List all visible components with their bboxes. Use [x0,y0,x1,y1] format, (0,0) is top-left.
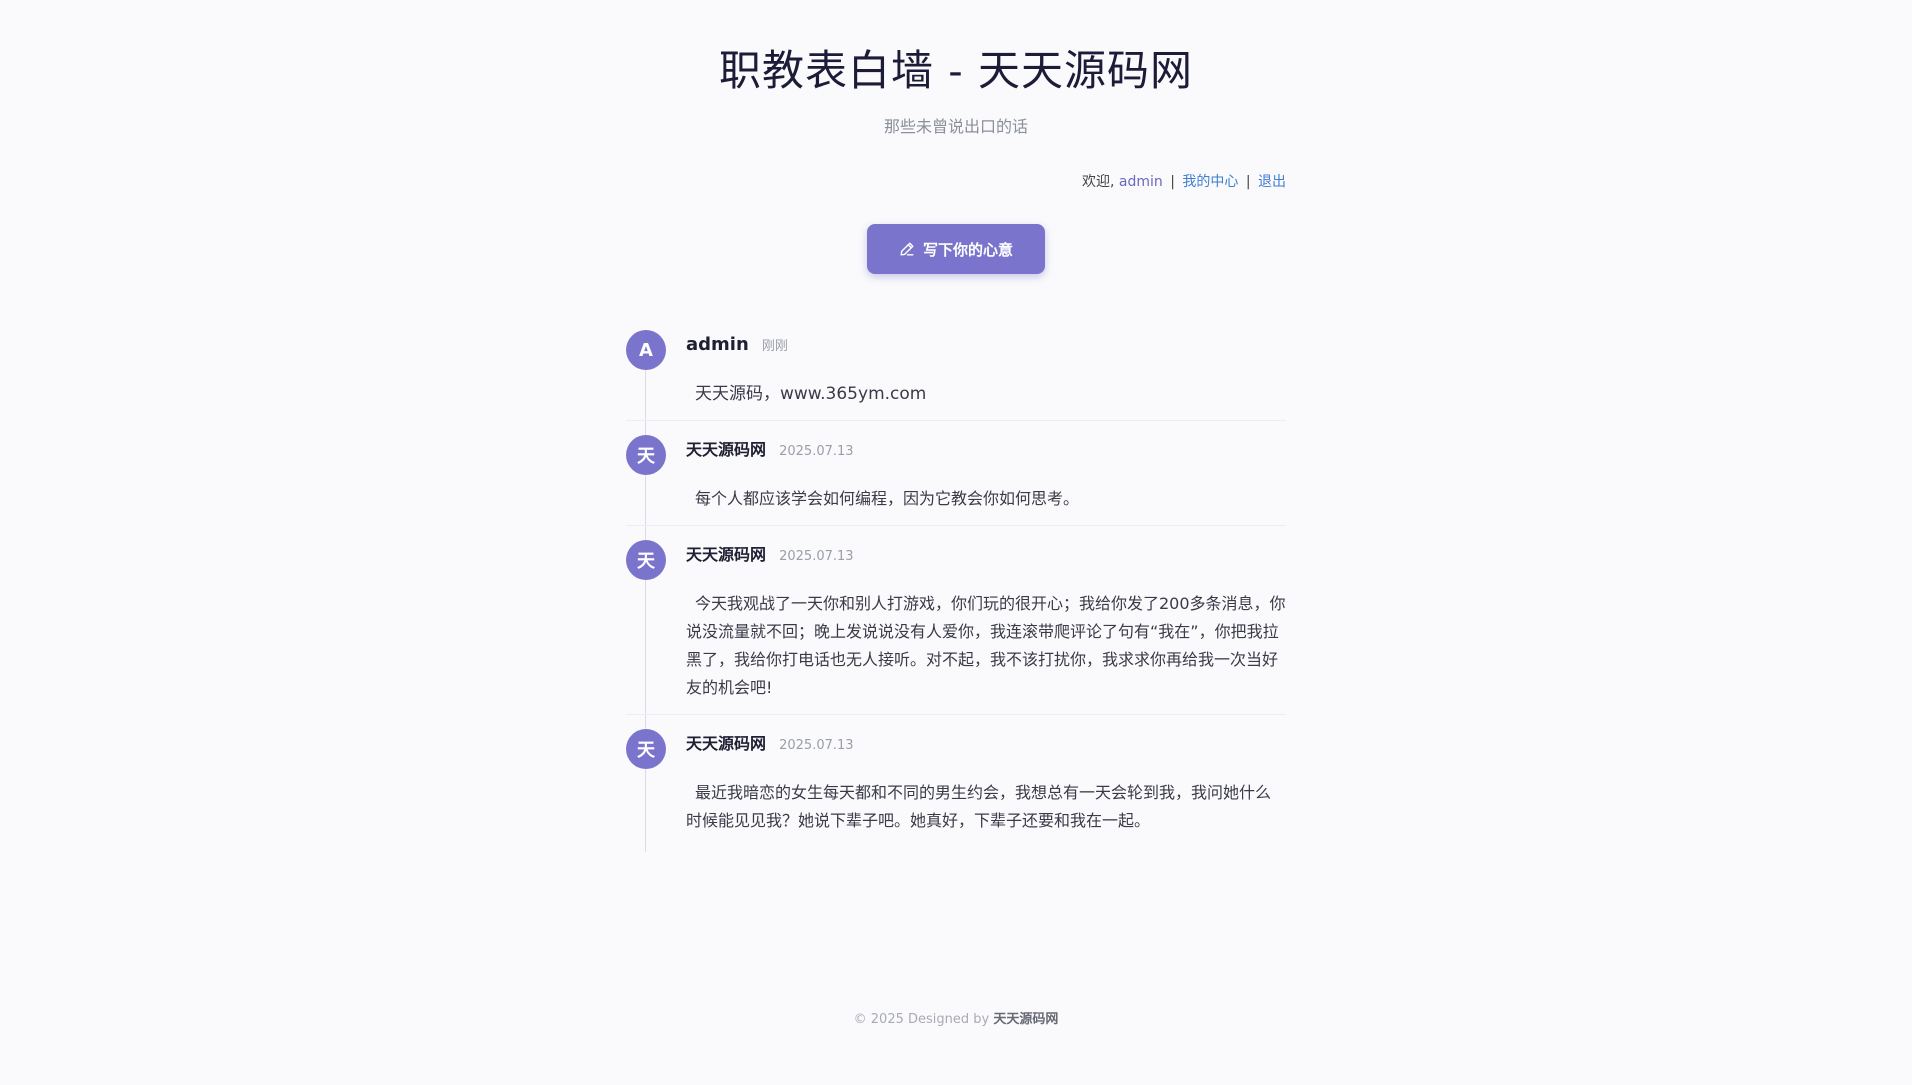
post-author: 天天源码网 [686,440,767,459]
page-header: 职教表白墙 - 天天源码网 那些未曾说出口的话 [0,42,1912,138]
post-time: 2025.07.13 [779,738,854,753]
footer: © 2025 Designed by 天天源码网 [0,1010,1912,1030]
post-content: 最近我暗恋的女生每天都和不同的男生约会，我想总有一天会轮到我，我问她什么时候能见… [686,783,1272,830]
footer-brand: 天天源码网 [993,1012,1059,1027]
write-post-label: 写下你的心意 [922,240,1013,259]
post-author: admin [686,334,749,355]
post-author: 天天源码网 [686,545,767,564]
page-subtitle: 那些未曾说出口的话 [883,117,1028,136]
post-item: A admin 刚刚 天天源码，www.365ym.com [626,316,1286,421]
avatar: 天 [626,435,666,475]
pencil-icon [899,241,915,257]
post-item: 天 天天源码网 2025.07.13 最近我暗恋的女生每天都和不同的男生约会，我… [626,715,1286,847]
post-meta: 天天源码网 2025.07.13 [686,715,1286,759]
separator: | [1245,174,1251,190]
post-content: 每个人都应该学会如何编程，因为它教会你如何思考。 [695,489,1080,508]
avatar: A [626,330,666,370]
post-item: 天 天天源码网 2025.07.13 今天我观战了一天你和别人打游戏，你们玩的很… [626,526,1286,715]
user-bar: 欢迎, admin | 我的中心 | 退出 [1082,172,1286,192]
my-center-link[interactable]: 我的中心 [1182,174,1238,190]
post-item: 天 天天源码网 2025.07.13 每个人都应该学会如何编程，因为它教会你如何… [626,421,1286,526]
welcome-text: 欢迎, [1081,174,1115,190]
footer-copyright: © 2025 Designed by [853,1012,990,1027]
logout-link[interactable]: 退出 [1258,174,1286,190]
page: 职教表白墙 - 天天源码网 那些未曾说出口的话 欢迎, admin | 我的中心… [0,0,1912,1085]
post-content: 天天源码，www.365ym.com [695,384,927,404]
post-content: 今天我观战了一天你和别人打游戏，你们玩的很开心；我给你发了200多条消息，你说没… [686,594,1286,697]
avatar: 天 [626,540,666,580]
write-post-button[interactable]: 写下你的心意 [867,224,1045,274]
post-time: 2025.07.13 [779,549,854,564]
post-author: 天天源码网 [686,734,767,753]
avatar: 天 [626,729,666,769]
page-title: 职教表白墙 - 天天源码网 [719,46,1193,95]
post-meta: admin 刚刚 [686,316,1286,360]
separator: | [1170,174,1175,190]
post-meta: 天天源码网 2025.07.13 [686,421,1286,465]
post-meta: 天天源码网 2025.07.13 [686,526,1286,570]
post-feed: A admin 刚刚 天天源码，www.365ym.com 天 天天源码网 20… [626,316,1286,847]
post-time: 刚刚 [761,339,788,354]
post-time: 2025.07.13 [779,444,854,459]
username-link[interactable]: admin [1119,174,1163,190]
